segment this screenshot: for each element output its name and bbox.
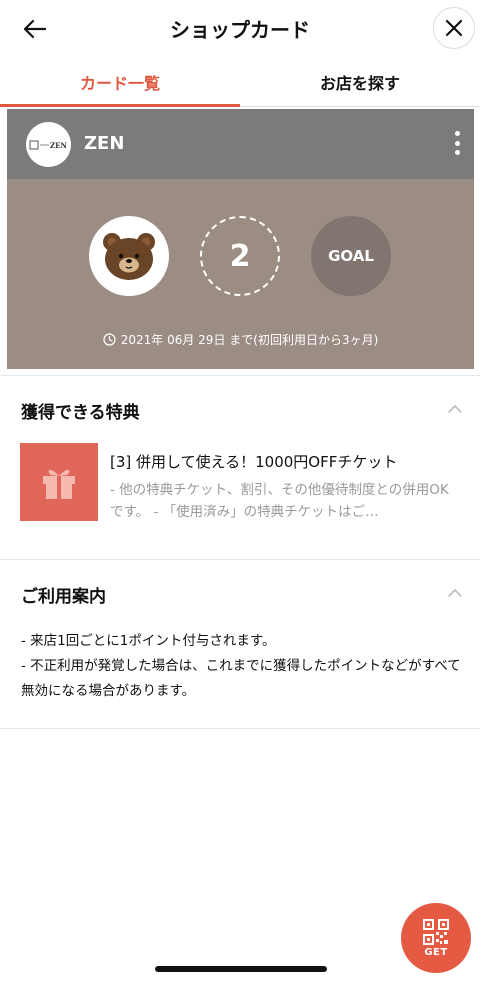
bear-face-icon (103, 233, 155, 280)
gift-icon (43, 469, 75, 499)
qr-code-icon (423, 918, 449, 945)
get-button-label: GET (424, 946, 448, 958)
benefits-section-title: 獲得できる特典 (21, 403, 140, 423)
shop-logo: ZEN (26, 122, 71, 167)
guide-line: - 不正利用が発覚した場合は、これまでに獲得したポイントなどがすべて無効になる場… (21, 658, 461, 699)
guide-text: - 来店1回ごとに1ポイント付与されます。 - 不正利用が発覚した場合は、これま… (21, 629, 466, 704)
close-button[interactable] (433, 7, 475, 49)
divider (0, 559, 480, 560)
benefit-description: - 他の特典チケット、割引、その他優待制度との併用OKです。 - 「使用済み」の… (110, 482, 449, 520)
gift-icon-box (20, 443, 98, 521)
more-dot-icon (454, 140, 460, 146)
guide-line: - 来店1回ごとに1ポイント付与されます。 (21, 633, 276, 649)
point-count: 2 (200, 216, 280, 296)
expiry-info: 2021年 06月 29日 まで(初回利用日から3ヶ月) (7, 331, 474, 348)
stamp-bear-icon (89, 216, 169, 296)
tab-card-list[interactable]: カード一覧 (0, 58, 240, 107)
header: ショップカード (0, 0, 480, 58)
chevron-up-icon[interactable] (446, 403, 464, 415)
card-header: ZEN ZEN (7, 109, 474, 179)
close-icon (445, 19, 463, 37)
more-dot-icon (454, 150, 460, 155)
chevron-up-icon[interactable] (446, 587, 464, 599)
more-dot-icon (454, 131, 460, 136)
expiry-text: 2021年 06月 29日 まで(初回利用日から3ヶ月) (120, 333, 379, 347)
divider (0, 375, 480, 376)
benefit-item[interactable]: [3] 併用して使える！1000円OFFチケット - 他の特典チケット、割引、そ… (20, 443, 465, 523)
shop-logo-text: ZEN (50, 141, 67, 150)
benefit-title: [3] 併用して使える！1000円OFFチケット (110, 453, 398, 471)
divider (0, 728, 480, 729)
shop-logo-mark: ZEN (29, 140, 67, 150)
tab-bar: カード一覧 お店を探す (0, 58, 480, 107)
get-qr-button[interactable]: GET (401, 903, 471, 973)
clock-icon (103, 333, 116, 346)
goal-stamp: GOAL (311, 216, 391, 296)
tab-find-shop[interactable]: お店を探す (240, 58, 480, 106)
shop-name: ZEN (84, 133, 125, 154)
home-indicator (155, 966, 327, 972)
page-title: ショップカード (170, 18, 310, 42)
more-options-button[interactable] (447, 127, 467, 159)
shop-card[interactable]: ZEN ZEN 2 GOAL 2021年 06月 29日 まで(初回利用日から3… (7, 109, 474, 369)
guide-section-title: ご利用案内 (21, 587, 106, 607)
